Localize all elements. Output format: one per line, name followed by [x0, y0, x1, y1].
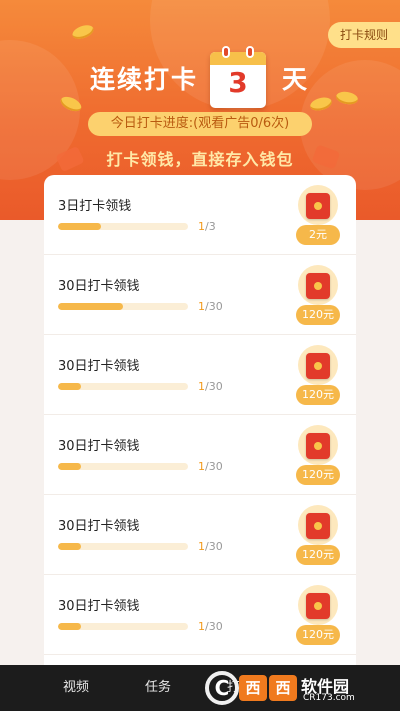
- task-progress-fill: [58, 383, 82, 390]
- task-progress-current: 1: [198, 460, 205, 473]
- task-progress-count: 1/30: [198, 300, 223, 313]
- reward-amount: 120元: [296, 465, 340, 485]
- red-envelope-icon: [306, 513, 330, 539]
- calendar-ring: [246, 46, 254, 58]
- envelope-seal: [314, 202, 322, 210]
- task-progress-total: /30: [205, 380, 223, 393]
- daily-progress-pill: 今日打卡进度:(观看广告0/6次): [88, 112, 312, 136]
- streak-title-prefix: 连续打卡: [90, 65, 199, 94]
- task-name: 3日打卡领钱: [58, 199, 132, 214]
- task-progress-fill: [58, 623, 82, 630]
- task-name: 30日打卡领钱: [58, 599, 140, 614]
- reward-amount: 120元: [296, 385, 340, 405]
- task-progress-bar: [58, 383, 188, 390]
- coin-icon: [70, 22, 96, 42]
- task-progress-bar: [58, 463, 188, 470]
- reward-badge[interactable]: 120元: [296, 345, 340, 407]
- watermark-subtext: CR173.com: [303, 693, 355, 703]
- task-progress-bar: [58, 623, 188, 630]
- red-envelope-icon: [306, 433, 330, 459]
- task-name: 30日打卡领钱: [58, 519, 140, 534]
- task-progress-total: /30: [205, 460, 223, 473]
- tab-tasks[interactable]: 任务: [128, 665, 188, 711]
- task-list-card: 3日打卡领钱 1/3 2元 30日打卡领钱 1/30 120元 30日打卡领钱 …: [44, 175, 356, 685]
- task-progress-current: 1: [198, 300, 205, 313]
- task-progress-total: /30: [205, 620, 223, 633]
- streak-title: 连续打卡 3 天: [0, 46, 400, 108]
- task-progress-current: 1: [198, 540, 205, 553]
- task-progress-current: 1: [198, 380, 205, 393]
- task-name: 30日打卡领钱: [58, 359, 140, 374]
- envelope-seal: [314, 602, 322, 610]
- streak-days-count: 3: [228, 66, 248, 99]
- checkin-page: 打卡规则 连续打卡 3 天 今日打卡进度:(观看广告0/6次) 打卡领钱，直接存…: [0, 0, 400, 711]
- reward-badge[interactable]: 120元: [296, 585, 340, 647]
- red-envelope-icon: [306, 273, 330, 299]
- calendar-icon: 3: [210, 46, 266, 108]
- task-row: 3日打卡领钱 1/3 2元: [44, 175, 356, 255]
- cr173-watermark-logo: C 西 西 软件园 CR173.com: [205, 665, 400, 711]
- task-progress-bar: [58, 223, 188, 230]
- watermark-letter: C: [205, 671, 239, 705]
- task-progress-fill: [58, 543, 82, 550]
- task-row: 30日打卡领钱 1/30 120元: [44, 495, 356, 575]
- red-envelope-icon: [306, 353, 330, 379]
- reward-amount: 120元: [296, 625, 340, 645]
- calendar-header: [210, 52, 266, 65]
- hero-subtitle: 打卡领钱，直接存入钱包: [106, 150, 294, 169]
- task-progress-bar: [58, 303, 188, 310]
- task-name: 30日打卡领钱: [58, 279, 140, 294]
- reward-badge[interactable]: 120元: [296, 265, 340, 327]
- task-progress-total: /3: [205, 220, 216, 233]
- envelope-seal: [314, 442, 322, 450]
- task-progress-total: /30: [205, 300, 223, 313]
- red-envelope-icon: [306, 593, 330, 619]
- checkin-rules-button[interactable]: 打卡规则: [327, 22, 400, 48]
- task-row: 30日打卡领钱 1/30 120元: [44, 255, 356, 335]
- streak-title-suffix: 天: [282, 65, 308, 94]
- reward-amount: 120元: [296, 545, 340, 565]
- task-progress-current: 1: [198, 620, 205, 633]
- red-envelope-icon: [306, 193, 330, 219]
- task-progress-count: 1/3: [198, 220, 216, 233]
- task-progress-fill: [58, 463, 82, 470]
- task-progress-fill: [58, 303, 123, 310]
- watermark-box: 西: [269, 675, 297, 701]
- task-row: 30日打卡领钱 1/30 120元: [44, 415, 356, 495]
- task-progress-count: 1/30: [198, 620, 223, 633]
- reward-badge[interactable]: 120元: [296, 425, 340, 487]
- envelope-seal: [314, 362, 322, 370]
- reward-amount: 2元: [296, 225, 340, 245]
- task-progress-bar: [58, 543, 188, 550]
- task-progress-fill: [58, 223, 101, 230]
- tab-video[interactable]: 视频: [46, 665, 106, 711]
- reward-amount: 120元: [296, 305, 340, 325]
- task-progress-count: 1/30: [198, 380, 223, 393]
- calendar-ring: [222, 46, 230, 58]
- task-progress-total: /30: [205, 540, 223, 553]
- task-progress-current: 1: [198, 220, 205, 233]
- reward-badge[interactable]: 120元: [296, 505, 340, 567]
- envelope-seal: [314, 282, 322, 290]
- task-progress-count: 1/30: [198, 460, 223, 473]
- task-progress-count: 1/30: [198, 540, 223, 553]
- task-row: 30日打卡领钱 1/30 120元: [44, 575, 356, 655]
- envelope-seal: [314, 522, 322, 530]
- task-name: 30日打卡领钱: [58, 439, 140, 454]
- reward-badge[interactable]: 2元: [296, 185, 340, 247]
- watermark-box: 西: [239, 675, 267, 701]
- task-row: 30日打卡领钱 1/30 120元: [44, 335, 356, 415]
